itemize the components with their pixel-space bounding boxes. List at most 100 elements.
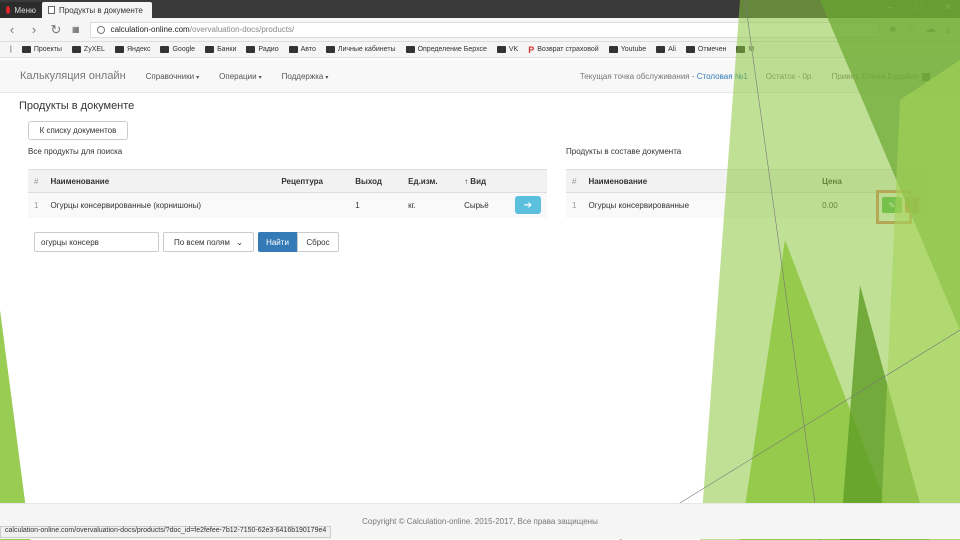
folder-icon [405,46,415,53]
minimize-icon[interactable]: – [888,2,894,13]
search-input[interactable]: огурцы консерв [34,232,159,252]
bookmark-item[interactable]: Ali [656,46,676,53]
cloud-icon[interactable]: ☁ [926,24,936,35]
heart-icon[interactable]: ♡ [907,24,916,35]
maximize-icon[interactable]: □ [916,2,922,13]
reload-icon[interactable]: ↻ [50,22,62,38]
bookmark-item[interactable]: Google [160,46,195,53]
bookmark-label: Личные кабинеты [337,46,396,53]
forward-icon[interactable]: › [28,22,40,37]
bookmark-item[interactable]: Youtube [608,46,647,53]
shield-icon[interactable]: ◈ [889,24,897,35]
bookmark-label: Авто [300,46,316,53]
search-products-table: # Наименование Рецептура Выход Ед.изм. ↑… [28,169,547,218]
url-domain: calculation-online.com [110,25,190,34]
bookmark-item[interactable]: Проекты [21,46,62,53]
col-header-kind[interactable]: ↑ Вид [458,169,509,193]
caret-down-icon: ▾ [196,74,200,81]
col-header-name[interactable]: Наименование [44,169,276,193]
browser-menu-tab[interactable]: Меню [0,2,42,18]
bookmark-label: VK [508,46,519,53]
folder-icon [114,46,124,53]
address-bar-actions: ◈ ♡ ☁ ⤓ [889,24,950,35]
document-section-title: Продукты в составе документа [566,147,682,156]
col-header-recipe[interactable]: Рецептура [275,169,350,193]
bookmark-label: Банки [217,46,237,53]
col-header-price[interactable]: Цена [816,169,877,193]
nav-item-support[interactable]: Поддержка ▾ [282,72,329,81]
app-brand[interactable]: Калькуляция онлайн [20,70,126,82]
col-header-unit[interactable]: Ед.изм. [402,169,459,193]
deco-shape [740,240,900,540]
user-greeting[interactable]: Привет, Елена Будайло [832,72,930,81]
page-title: Продукты в документе [19,100,135,112]
app-navbar: Калькуляция онлайн Справочники ▾ Операции… [0,60,960,93]
bookmark-item[interactable]: Яндекс [114,46,151,53]
search-section-title: Все продукты для поиска [28,147,123,156]
url-field[interactable]: calculation-online.com/overvaluation-doc… [89,21,879,38]
url-path: /overvaluation-docs/products/ [189,25,295,34]
bookmark-item[interactable]: P Возврат страховой [528,45,598,55]
bookmark-label: Возврат страховой [537,46,599,53]
cell-price: 0.00 [816,192,877,218]
speed-dial-icon[interactable]: ▦ [72,25,80,34]
bookmark-item[interactable]: Личные кабинеты [325,46,396,53]
bookmark-label: Youtube [620,46,647,53]
folder-icon [288,46,298,53]
arrow-right-icon: ➔ [523,199,533,211]
navbar-right: Текущая точка обслуживания - Столовая №1… [580,60,930,93]
bookmark-label: M [748,46,755,53]
col-header-num: # [28,169,45,193]
window-controls: – □ ✕ [888,2,952,13]
bookmark-item[interactable]: Определение Берхсе [405,46,487,53]
bookmark-item[interactable]: VK [496,46,519,53]
folder-icon [205,46,215,53]
cell-kind: Сырьё [458,192,509,218]
back-icon[interactable]: ‹ [6,22,18,37]
bookmark-item[interactable]: M [736,46,754,53]
nav-item-operations[interactable]: Операции ▾ [219,72,261,81]
folder-icon [21,46,31,53]
search-field-select[interactable]: По всем полям ⌄ [163,232,254,252]
find-button[interactable]: Найти [258,232,297,252]
folder-icon [325,46,335,53]
bookmark-item[interactable]: ZyXEL [71,46,105,53]
bookmark-label: Яндекс [126,46,151,53]
folder-icon [160,46,170,53]
table-row: 1 Огурцы консервированные (корнишоны) 1 … [28,192,547,218]
bookmark-label: Радио [258,46,279,53]
folder-icon [71,46,81,53]
chevron-down-icon: ⌄ [236,237,243,247]
folder-icon [656,46,666,53]
balance-remainder[interactable]: Остаток - 0р. [766,72,814,81]
address-bar: ‹ › ↻ ▦ calculation-online.com/overvalua… [0,18,960,42]
bookmark-label: Ali [668,46,676,53]
col-header-name[interactable]: Наименование [582,169,817,193]
document-icon [48,6,55,14]
reset-button[interactable]: Сброс [297,232,339,252]
folder-icon [736,46,746,53]
caret-down-icon: ▾ [325,74,329,81]
bookmarks-separator: | [10,46,12,53]
bookmark-item[interactable]: Радио [246,46,279,53]
deco-shape [840,285,930,540]
user-icon [922,72,930,81]
close-icon[interactable]: ✕ [944,2,952,13]
bookmark-item[interactable]: Банки [205,46,236,53]
cell-unit: кг. [402,192,459,218]
browser-active-tab[interactable]: Продукты в документе [42,2,152,18]
cell-name: Огурцы консервированные [582,192,817,218]
bookmark-item[interactable]: Авто [288,46,316,53]
col-header-output[interactable]: Выход [349,169,403,193]
table-header-row: # Наименование Рецептура Выход Ед.изм. ↑… [28,169,547,193]
bookmarks-bar: | Проекты ZyXEL Яндекс Google Банки Радио Авто Л… [0,42,960,58]
bookmark-item[interactable]: Отмечен [685,46,726,53]
download-icon[interactable]: ⤓ [946,24,950,35]
nav-item-references[interactable]: Справочники ▾ [146,72,199,81]
add-to-document-button[interactable]: ➔ [514,196,541,215]
service-point-link[interactable]: Столовая №1 [697,72,748,81]
bookmark-label: Google [172,46,196,53]
back-to-documents-button[interactable]: К списку документов [28,121,128,140]
bookmark-label: Определение Берхсе [417,46,487,53]
cell-num: 1 [566,192,583,218]
